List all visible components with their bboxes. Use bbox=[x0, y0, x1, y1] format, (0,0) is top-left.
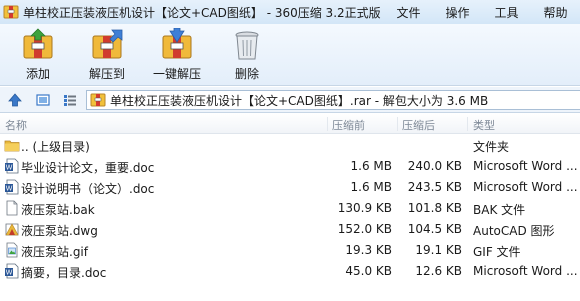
file-row[interactable]: 液压泵站.gif 19.3 KB 19.1 KB GIF 文件 bbox=[0, 240, 580, 261]
blank-file-icon bbox=[6, 200, 18, 216]
file-name: 设计说明书（论文）.doc bbox=[21, 182, 155, 196]
file-row-parent-folder[interactable]: .. (上级目录) 文件夹 bbox=[0, 135, 580, 156]
file-size-unpacked: 240.0 KB bbox=[407, 159, 462, 173]
column-header-name[interactable]: 名称 bbox=[5, 117, 27, 133]
svg-text:W: W bbox=[6, 165, 13, 172]
file-name: 毕业设计论文，重要.doc bbox=[21, 161, 155, 175]
file-type: Microsoft Word ... bbox=[473, 180, 578, 194]
toolbar: 添加 解压到 一键解压 删除 bbox=[0, 24, 580, 86]
file-size-packed: 1.6 MB bbox=[350, 180, 392, 194]
image-file-icon bbox=[6, 242, 18, 258]
file-type: GIF 文件 bbox=[473, 245, 521, 259]
svg-text:W: W bbox=[6, 270, 13, 277]
menu-tools[interactable]: 工具 bbox=[482, 4, 531, 21]
delete-label: 删除 bbox=[234, 67, 259, 81]
file-row[interactable]: W 毕业设计论文，重要.doc 1.6 MB 240.0 KB Microsof… bbox=[0, 156, 580, 177]
one-click-extract-label: 一键解压 bbox=[152, 67, 201, 81]
file-name: 摘要，目录.doc bbox=[21, 266, 107, 280]
file-name: 液压泵站.dwg bbox=[21, 224, 98, 238]
column-header-type[interactable]: 类型 bbox=[473, 117, 495, 133]
file-size-unpacked: 12.6 KB bbox=[415, 264, 462, 278]
column-divider[interactable] bbox=[397, 117, 398, 131]
add-archive-icon bbox=[23, 28, 53, 59]
column-divider[interactable] bbox=[467, 117, 468, 131]
word-document-icon: W bbox=[5, 179, 19, 195]
folder-icon bbox=[4, 140, 20, 152]
file-size-unpacked: 243.5 KB bbox=[407, 180, 462, 194]
file-type: Microsoft Word ... bbox=[473, 264, 578, 278]
file-size-packed: 130.9 KB bbox=[337, 201, 392, 215]
column-header-packed[interactable]: 压缩前 bbox=[332, 117, 365, 133]
address-path-text: 单柱校正压装液压机设计【论文+CAD图纸】.rar - 解包大小为 3.6 MB bbox=[110, 93, 489, 108]
file-row[interactable]: 液压泵站.bak 130.9 KB 101.8 KB BAK 文件 bbox=[0, 198, 580, 219]
column-divider[interactable] bbox=[327, 117, 328, 131]
address-path-field[interactable]: 单柱校正压装液压机设计【论文+CAD图纸】.rar - 解包大小为 3.6 MB bbox=[86, 90, 580, 110]
up-arrow-icon[interactable] bbox=[7, 92, 23, 108]
file-size-packed: 19.3 KB bbox=[345, 243, 392, 257]
file-size-unpacked: 19.1 KB bbox=[415, 243, 462, 257]
file-list-header: 名称 压缩前 压缩后 类型 bbox=[0, 114, 580, 134]
svg-text:W: W bbox=[6, 186, 13, 193]
file-row[interactable]: W 摘要，目录.doc 45.0 KB 12.6 KB Microsoft Wo… bbox=[0, 261, 580, 282]
file-type: AutoCAD 图形 bbox=[473, 224, 555, 238]
title-bar: 单柱校正压装液压机设计【论文+CAD图纸】 - 360压缩 3.2正式版 文件 … bbox=[0, 0, 580, 24]
one-click-extract-icon bbox=[162, 28, 192, 59]
file-row[interactable]: W 设计说明书（论文）.doc 1.6 MB 243.5 KB Microsof… bbox=[0, 177, 580, 198]
autocad-file-icon bbox=[5, 223, 19, 236]
word-document-icon: W bbox=[5, 158, 19, 174]
menu-operation[interactable]: 操作 bbox=[433, 4, 482, 21]
file-size-packed: 45.0 KB bbox=[345, 264, 392, 278]
word-document-icon: W bbox=[5, 263, 19, 279]
file-list: .. (上级目录) 文件夹 W 毕业设计论文，重要.doc 1.6 MB 240… bbox=[0, 135, 580, 282]
thumbnail-view-icon[interactable] bbox=[35, 92, 51, 108]
file-type: 文件夹 bbox=[473, 140, 510, 154]
column-header-unpacked[interactable]: 压缩后 bbox=[402, 117, 435, 133]
trash-icon bbox=[235, 31, 259, 60]
add-button[interactable]: 添加 bbox=[6, 28, 70, 84]
file-size-packed: 152.0 KB bbox=[337, 222, 392, 236]
file-name: .. (上级目录) bbox=[21, 140, 90, 154]
extract-to-label: 解压到 bbox=[88, 67, 125, 81]
archive-file-icon bbox=[90, 93, 106, 107]
list-view-icon[interactable] bbox=[62, 92, 78, 108]
delete-button[interactable]: 删除 bbox=[215, 28, 279, 84]
extract-archive-icon bbox=[92, 29, 123, 59]
file-size-unpacked: 101.8 KB bbox=[407, 201, 462, 215]
menu-bar: 文件 操作 工具 帮助 bbox=[384, 4, 580, 21]
file-row[interactable]: 液压泵站.dwg 152.0 KB 104.5 KB AutoCAD 图形 bbox=[0, 219, 580, 240]
file-name: 液压泵站.gif bbox=[21, 245, 88, 259]
file-name: 液压泵站.bak bbox=[21, 203, 95, 217]
window-title: 单柱校正压装液压机设计【论文+CAD图纸】 - 360压缩 3.2正式版 bbox=[23, 5, 381, 20]
one-click-extract-button[interactable]: 一键解压 bbox=[145, 28, 209, 84]
file-size-unpacked: 104.5 KB bbox=[407, 222, 462, 236]
app-archive-icon bbox=[3, 5, 19, 19]
address-bar: 单柱校正压装液压机设计【论文+CAD图纸】.rar - 解包大小为 3.6 MB bbox=[0, 87, 580, 113]
file-type: BAK 文件 bbox=[473, 203, 526, 217]
extract-to-button[interactable]: 解压到 bbox=[75, 28, 139, 84]
file-type: Microsoft Word ... bbox=[473, 159, 578, 173]
menu-help[interactable]: 帮助 bbox=[531, 4, 580, 21]
menu-file[interactable]: 文件 bbox=[384, 4, 433, 21]
add-label: 添加 bbox=[25, 67, 50, 81]
file-size-packed: 1.6 MB bbox=[350, 159, 392, 173]
